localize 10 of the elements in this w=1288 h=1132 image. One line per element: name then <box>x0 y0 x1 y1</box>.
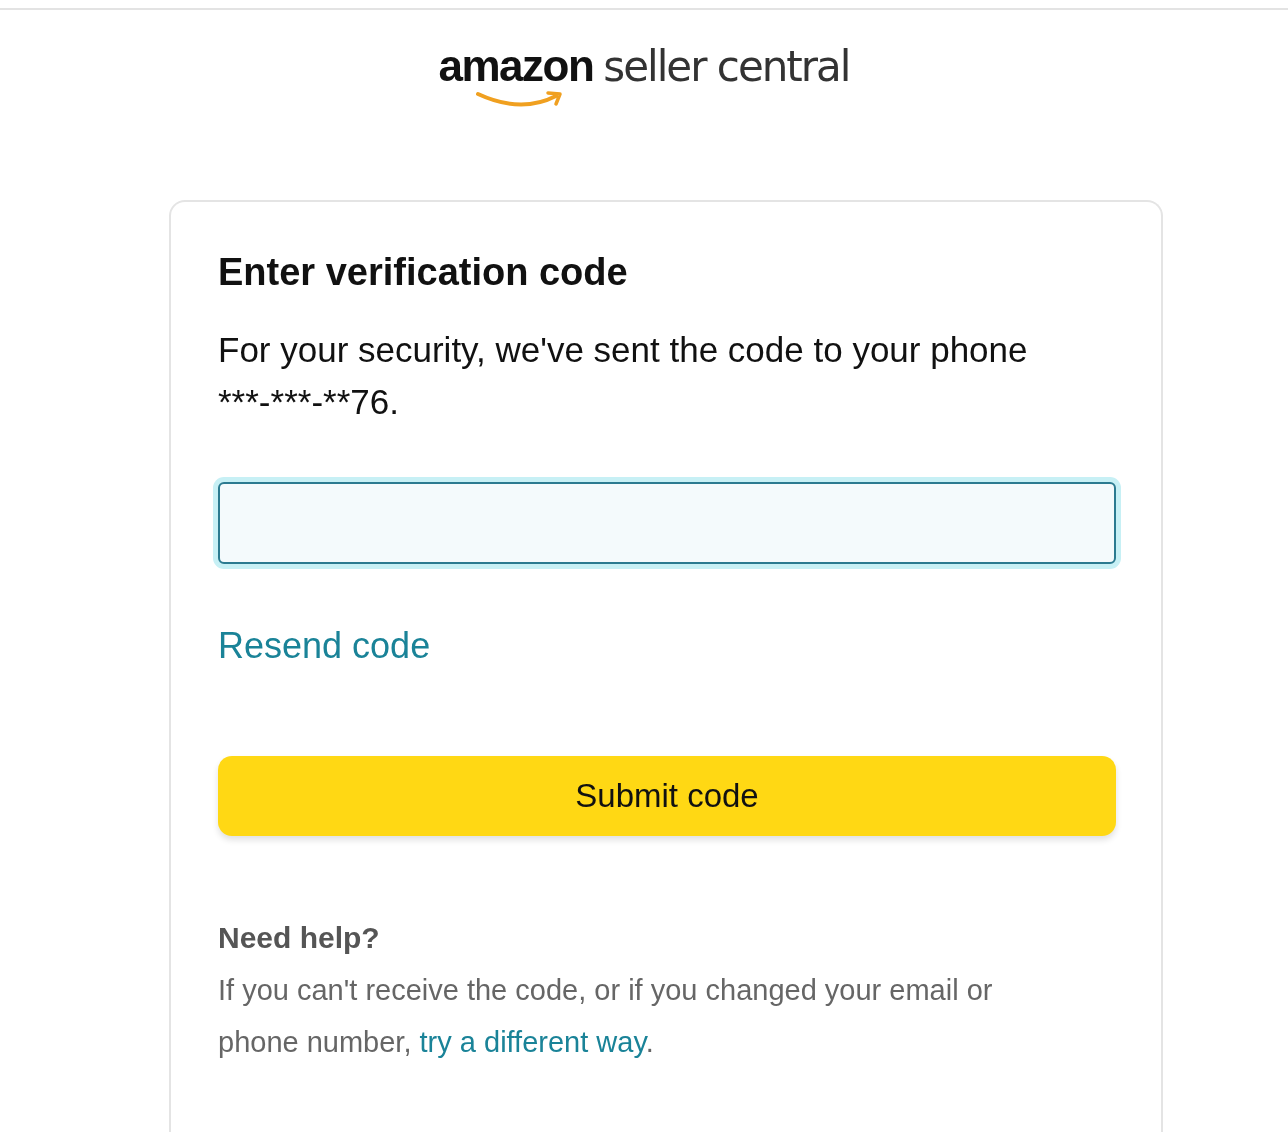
help-text: If you can't receive the code, or if you changed your email or phone number, try a different way. <box>218 973 994 1060</box>
page-title: Enter verification code <box>218 250 629 295</box>
code-input-field[interactable] <box>218 482 1116 564</box>
help-heading: Need help? <box>218 920 381 956</box>
submit-code-button[interactable]: Submit code <box>218 756 1116 836</box>
security-message: For your security, we've sent the code to your phone ***-***-**76. <box>218 329 1029 423</box>
logo-brand: amazon <box>438 44 594 88</box>
resend-code-link[interactable]: Resend code <box>218 624 431 668</box>
try-different-way-link[interactable]: try a different way <box>419 1026 646 1058</box>
logo-product: seller central <box>603 45 850 89</box>
